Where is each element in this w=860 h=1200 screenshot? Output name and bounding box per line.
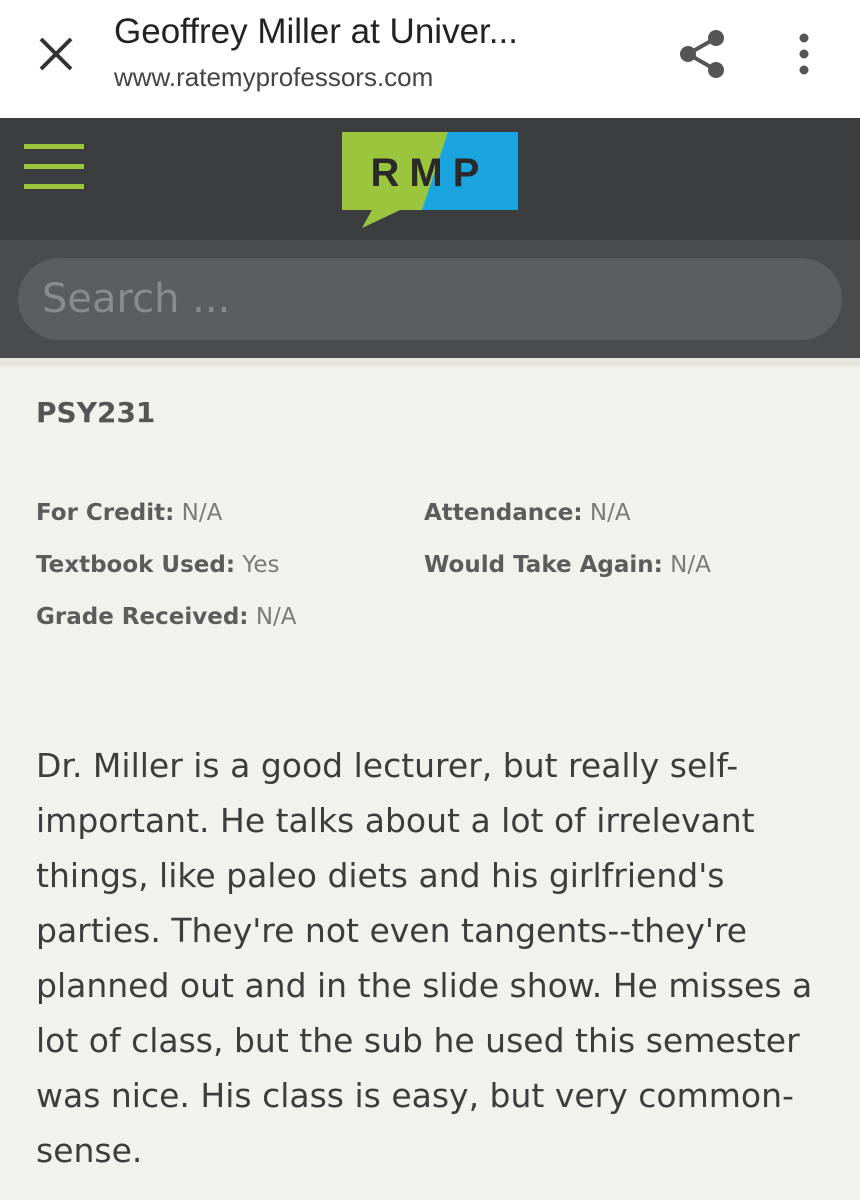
divider bbox=[0, 358, 860, 366]
grade-received-value: N/A bbox=[255, 604, 297, 630]
close-icon[interactable] bbox=[38, 36, 74, 72]
would-take-again-label: Would Take Again: bbox=[424, 552, 663, 578]
attendance: Attendance: N/A bbox=[424, 500, 631, 526]
grade-received-label: Grade Received: bbox=[36, 604, 249, 630]
for-credit-value: N/A bbox=[181, 500, 223, 526]
page-url: www.ratemyprofessors.com bbox=[114, 62, 434, 92]
would-take-again: Would Take Again: N/A bbox=[424, 552, 711, 578]
course-code: PSY231 bbox=[36, 396, 156, 429]
more-vertical-icon[interactable] bbox=[790, 30, 818, 78]
textbook-used: Textbook Used: Yes bbox=[36, 552, 280, 578]
rmp-logo[interactable]: RMP bbox=[340, 130, 520, 230]
page-title: Geoffrey Miller at Univer... bbox=[114, 12, 518, 51]
rating-comment: Dr. Miller is a good lecturer, but reall… bbox=[36, 746, 813, 1170]
attendance-label: Attendance: bbox=[424, 500, 583, 526]
hamburger-icon[interactable] bbox=[24, 144, 84, 192]
grade-received: Grade Received: N/A bbox=[36, 604, 297, 630]
rating-card: PSY231 For Credit: N/A Attendance: N/A T… bbox=[0, 358, 860, 1200]
logo-text: RMP bbox=[371, 151, 490, 195]
for-credit-label: For Credit: bbox=[36, 500, 175, 526]
search-bar bbox=[0, 240, 860, 358]
attendance-value: N/A bbox=[589, 500, 631, 526]
for-credit: For Credit: N/A bbox=[36, 500, 222, 526]
would-take-again-value: N/A bbox=[670, 552, 711, 578]
browser-title-bar: Geoffrey Miller at Univer... www.ratemyp… bbox=[0, 0, 860, 118]
share-icon[interactable] bbox=[678, 28, 726, 80]
textbook-used-label: Textbook Used: bbox=[36, 552, 236, 578]
site-header: RMP bbox=[0, 118, 860, 240]
search-input[interactable] bbox=[18, 258, 842, 340]
textbook-used-value: Yes bbox=[242, 552, 280, 578]
